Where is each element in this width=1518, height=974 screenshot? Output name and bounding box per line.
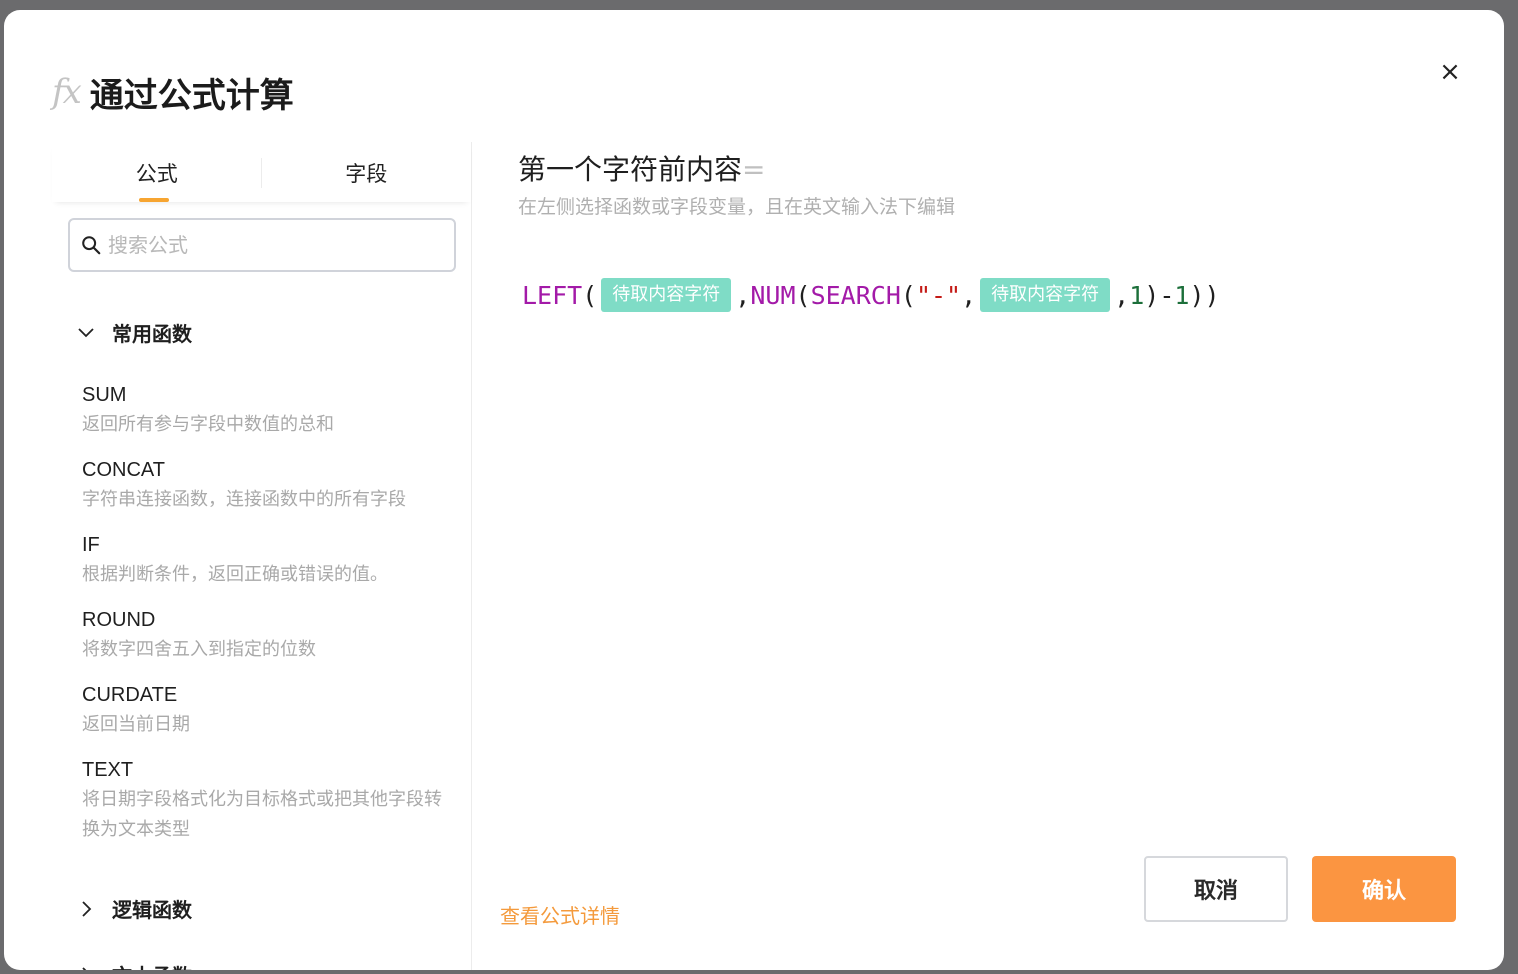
function-name: CONCAT: [82, 459, 165, 481]
group-text-functions[interactable]: 文本函数: [76, 960, 192, 970]
equals-sign: =: [742, 153, 766, 186]
field-variable-chip[interactable]: 待取内容字符: [601, 278, 732, 312]
search-input[interactable]: [108, 233, 438, 257]
sidebar-tabs: 公式 字段: [52, 142, 471, 202]
function-name: CURDATE: [82, 684, 178, 706]
function-name: TEXT: [82, 759, 134, 781]
function-item-curdate[interactable]: CURDATE 返回当前日期: [82, 682, 452, 740]
function-description: 返回所有参与字段中数值的总和: [82, 414, 334, 435]
formula-token-fn: LEFT: [522, 280, 583, 310]
formula-dialog: fx 通过公式计算 × 公式 字段 常用函数: [4, 10, 1504, 970]
group-common-functions[interactable]: 常用函数: [76, 318, 192, 347]
formula-field-name: 第一个字符前内容=: [518, 148, 765, 188]
formula-token-str: "-": [915, 280, 962, 310]
active-tab-indicator: [139, 198, 169, 202]
formula-token-num: 1: [1174, 280, 1190, 310]
chevron-down-icon: [78, 327, 94, 337]
tab-label: 公式: [135, 162, 178, 186]
cancel-button[interactable]: 取消: [1144, 856, 1288, 922]
group-label: 文本函数: [112, 960, 192, 970]
function-name: ROUND: [82, 609, 156, 631]
formula-name-text: 第一个字符前内容: [518, 153, 743, 186]
formula-token-fn: SEARCH: [810, 280, 901, 310]
field-variable-chip[interactable]: 待取内容字符: [980, 278, 1111, 312]
formula-hint: 在左侧选择函数或字段变量，且在英文输入法下编辑: [518, 196, 956, 218]
formula-token-punc: ,: [1114, 280, 1130, 310]
dialog-header: fx 通过公式计算: [52, 62, 294, 122]
function-item-concat[interactable]: CONCAT 字符串连接函数，连接函数中的所有字段: [82, 457, 452, 515]
function-description: 根据判断条件，返回正确或错误的值。: [82, 564, 388, 585]
group-label: 常用函数: [112, 322, 192, 346]
function-item-round[interactable]: ROUND 将数字四舍五入到指定的位数: [82, 607, 452, 665]
function-description: 返回当前日期: [82, 714, 190, 735]
close-icon[interactable]: ×: [1436, 58, 1464, 86]
formula-token-punc: )-: [1144, 280, 1175, 310]
confirm-button[interactable]: 确认: [1312, 856, 1456, 922]
formula-token-punc: ,: [961, 280, 977, 310]
fx-icon: fx: [52, 72, 82, 112]
formula-token-num: 1: [1129, 280, 1145, 310]
function-item-text[interactable]: TEXT 将日期字段格式化为目标格式或把其他字段转换为文本类型: [82, 757, 452, 845]
function-description: 字符串连接函数，连接函数中的所有字段: [82, 489, 406, 510]
function-item-sum[interactable]: SUM 返回所有参与字段中数值的总和: [82, 382, 452, 440]
search-icon: [82, 236, 101, 255]
formula-token-punc: (: [582, 280, 598, 310]
formula-editor[interactable]: LEFT(待取内容字符, NUM(SEARCH("-", 待取内容字符, 1)- 1)): [522, 278, 1220, 312]
function-name: SUM: [82, 384, 127, 406]
group-label: 逻辑函数: [112, 898, 192, 922]
formula-token-punc: ,: [735, 280, 751, 310]
function-item-if[interactable]: IF 根据判断条件，返回正确或错误的值。: [82, 532, 452, 590]
formula-token-punc: (: [795, 280, 811, 310]
function-list: SUM 返回所有参与字段中数值的总和 CONCAT 字符串连接函数，连接函数中的…: [82, 372, 452, 845]
tab-formula[interactable]: 公式: [52, 142, 262, 202]
formula-token-fn: NUM: [750, 280, 796, 310]
function-description: 将数字四舍五入到指定的位数: [82, 639, 316, 660]
formula-detail-link[interactable]: 查看公式详情: [500, 900, 620, 929]
formula-token-punc: )): [1189, 280, 1220, 310]
tab-fields[interactable]: 字段: [262, 142, 472, 202]
chevron-right-icon: [82, 966, 87, 970]
function-name: IF: [82, 534, 100, 556]
function-description: 将日期字段格式化为目标格式或把其他字段转换为文本类型: [82, 789, 442, 840]
group-logic-functions[interactable]: 逻辑函数: [76, 894, 192, 923]
chevron-right-icon: [82, 900, 92, 917]
dialog-title: 通过公式计算: [89, 75, 294, 116]
function-sidebar: 公式 字段 常用函数 SUM 返回所有参与字段中数值的总和: [52, 142, 472, 970]
formula-token-punc: (: [900, 280, 916, 310]
formula-editor-panel: 第一个字符前内容= 在左侧选择函数或字段变量，且在英文输入法下编辑 LEFT(待…: [474, 142, 1504, 970]
search-box: [68, 218, 456, 272]
tab-label: 字段: [345, 162, 388, 186]
